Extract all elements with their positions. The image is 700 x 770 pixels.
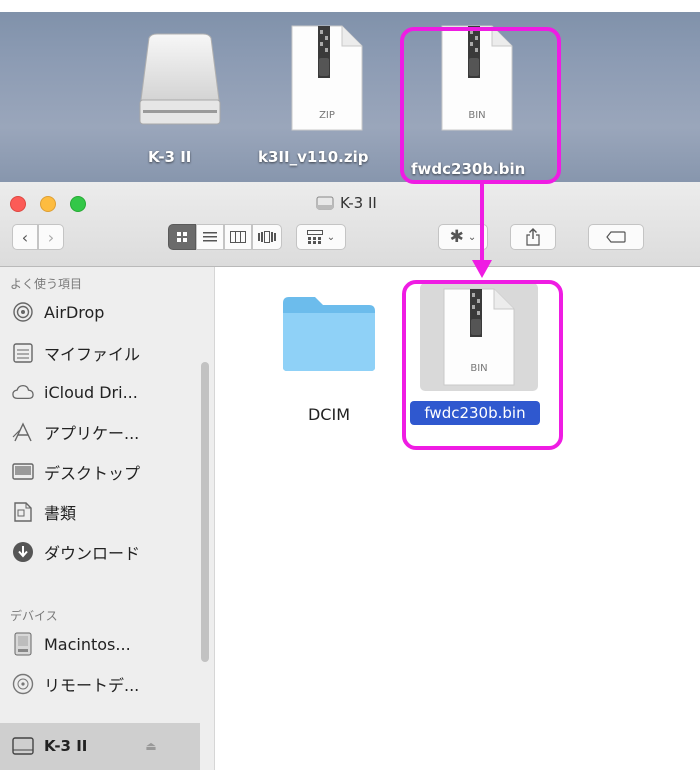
documents-icon [12, 501, 34, 523]
coverflow-view-button[interactable] [252, 224, 282, 250]
desktop-zip-file[interactable]: ZIP [290, 24, 364, 132]
chevron-right-icon: › [47, 227, 55, 247]
sidebar-item-label: マイファイル [44, 345, 141, 364]
sidebar-item-remote-disc[interactable]: リモートデ... [12, 669, 202, 699]
window-title: K-3 II [316, 194, 377, 212]
desktop-area: K-3 II ZIP k3II_v110.zip BIN fwdc230b.bi… [0, 0, 700, 182]
hard-disk-icon [12, 632, 34, 656]
desktop-drive-label: K-3 II [148, 148, 192, 166]
sidebar-item-label: AirDrop [44, 302, 105, 322]
drive-icon [12, 735, 34, 757]
drive-icon [316, 196, 334, 210]
favorites-header: よく使う項目 [10, 277, 83, 291]
columns-icon [230, 231, 246, 243]
minimize-button[interactable] [40, 196, 56, 212]
airdrop-icon [12, 301, 34, 323]
list-view-button[interactable] [196, 224, 224, 250]
sidebar-item-desktop[interactable]: デスクトップ [12, 457, 202, 487]
share-icon [526, 228, 540, 246]
tags-button[interactable] [588, 224, 644, 250]
sidebar-item-icloud[interactable]: iCloud Dri... [12, 377, 202, 407]
sidebar-scrollbar[interactable] [201, 362, 209, 662]
sidebar-item-macintosh-hd[interactable]: Macintos... [12, 629, 202, 659]
coverflow-icon [258, 231, 276, 243]
folder-icon [283, 297, 375, 371]
remote-disc-icon [12, 673, 34, 695]
applications-icon [12, 421, 34, 443]
window-title-text: K-3 II [340, 194, 377, 212]
sidebar-item-label: K-3 II [44, 737, 88, 755]
cloud-icon [12, 381, 34, 403]
devices-header: デバイス [10, 609, 58, 623]
sidebar-item-label: 書類 [44, 504, 77, 523]
arrange-icon [306, 230, 323, 244]
desktop-drive[interactable] [135, 30, 225, 130]
forward-button[interactable]: › [38, 224, 64, 250]
close-button[interactable] [10, 196, 26, 212]
sidebar-item-label: Macintos... [44, 634, 131, 654]
sidebar-item-k3ii: K-3 II ⏏ [12, 731, 202, 761]
tag-icon [606, 231, 626, 243]
arrange-button[interactable]: ⌄ [296, 224, 346, 250]
icon-view-button[interactable] [168, 224, 196, 250]
sidebar-item-label: リモートデ... [44, 676, 140, 695]
sidebar-item-label: アプリケー... [44, 424, 140, 443]
back-button[interactable]: ‹ [12, 224, 38, 250]
gear-icon: ✱ [449, 227, 464, 247]
annotation-arrow [472, 184, 492, 278]
zoom-button[interactable] [70, 196, 86, 212]
sidebar-item-airdrop[interactable]: AirDrop [12, 297, 202, 327]
annotation-box-finder [402, 280, 563, 450]
folder-dcim[interactable]: DCIM [269, 285, 389, 424]
desktop-zip-label: k3II_v110.zip [258, 148, 369, 166]
eject-icon[interactable]: ⏏ [145, 739, 156, 753]
annotation-box-desktop [400, 27, 561, 184]
chevron-down-icon: ⌄ [326, 231, 336, 243]
desktop-icon [12, 461, 34, 483]
sidebar: よく使う項目 AirDrop マイファイル iCloud Dri... アプリケ… [0, 267, 215, 770]
sidebar-item-label: ダウンロード [44, 544, 141, 563]
column-view-button[interactable] [224, 224, 252, 250]
sidebar-item-downloads[interactable]: ダウンロード [12, 537, 202, 567]
downloads-icon [12, 541, 34, 563]
sidebar-item-documents[interactable]: 書類 [12, 497, 202, 527]
folder-label: DCIM [307, 405, 350, 424]
sidebar-item-label: iCloud Dri... [44, 382, 138, 402]
finder-window: K-3 II ‹ › ⌄ ✱ ⌄ よく使う項目 AirDrop マイファイル i… [0, 182, 700, 770]
all-files-icon [12, 342, 34, 364]
sidebar-item-k3ii-selected[interactable]: K-3 II ⏏ [0, 723, 200, 770]
sidebar-item-my-files[interactable]: マイファイル [12, 338, 202, 368]
grid-icon [177, 232, 187, 242]
sidebar-item-label: デスクトップ [44, 464, 141, 483]
window-titlebar: K-3 II ‹ › ⌄ ✱ ⌄ [0, 182, 700, 267]
zip-badge: ZIP [319, 110, 335, 121]
sidebar-item-applications[interactable]: アプリケー... [12, 417, 202, 447]
list-icon [203, 232, 217, 242]
top-margin [0, 0, 700, 12]
drive-icon [139, 33, 221, 125]
share-button[interactable] [510, 224, 556, 250]
chevron-left-icon: ‹ [21, 227, 29, 247]
